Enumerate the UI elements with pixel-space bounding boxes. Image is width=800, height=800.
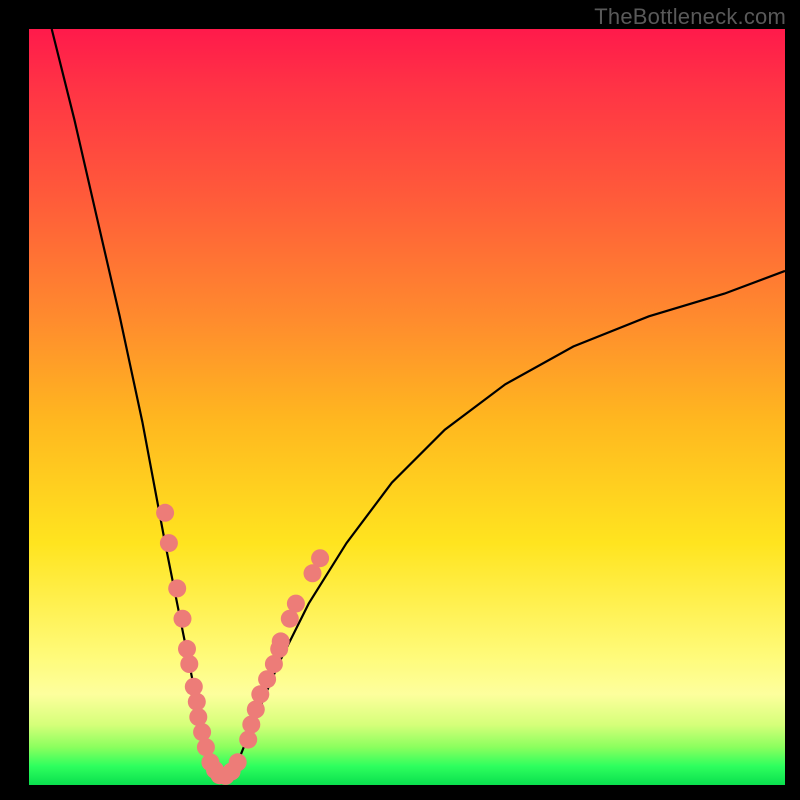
bottleneck-curve-path — [52, 29, 785, 777]
pink-dot-group — [156, 504, 329, 785]
pink-dot — [189, 708, 207, 726]
pink-dot — [156, 504, 174, 522]
pink-dot — [168, 579, 186, 597]
pink-dot — [229, 753, 247, 771]
bottleneck-curve — [52, 29, 785, 777]
pink-dot — [311, 549, 329, 567]
frame-border: TheBottleneck.com — [0, 0, 800, 800]
plot-area — [29, 29, 785, 785]
curve-layer — [29, 29, 785, 785]
watermark-text: TheBottleneck.com — [594, 4, 786, 30]
pink-dot — [174, 610, 192, 628]
pink-dot — [178, 640, 196, 658]
pink-dot — [188, 693, 206, 711]
pink-dot — [272, 632, 290, 650]
pink-dot — [160, 534, 178, 552]
pink-dot — [287, 595, 305, 613]
pink-dot — [180, 655, 198, 673]
pink-dot — [185, 678, 203, 696]
pink-dot — [239, 731, 257, 749]
pink-dot — [193, 723, 211, 741]
